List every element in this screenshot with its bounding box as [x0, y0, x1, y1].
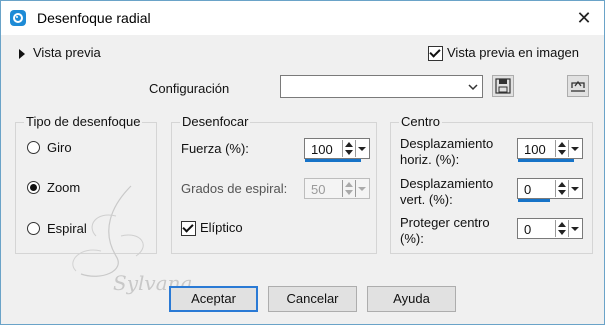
cancel-button[interactable]: Cancelar — [268, 286, 357, 312]
protect-center-label-line2: (%): — [400, 231, 424, 246]
h-offset-spinbox[interactable]: 100 — [517, 138, 583, 162]
help-button[interactable]: Ayuda — [367, 286, 456, 312]
protect-center-spinbox[interactable]: 0 — [517, 218, 583, 239]
h-offset-stepper[interactable] — [555, 140, 568, 157]
v-offset-spinbox[interactable]: 0 — [517, 178, 583, 202]
presets-label: Configuración — [149, 81, 230, 96]
elliptical-checkbox[interactable] — [181, 221, 196, 236]
dialog-window: Desenfoque radial ✕ Vista previa Vista p… — [0, 0, 605, 325]
v-offset-label-line2: vert. (%): — [400, 192, 453, 207]
reset-preset-button[interactable] — [567, 75, 589, 97]
h-offset-label-line2: horiz. (%): — [400, 152, 460, 167]
v-offset-value[interactable]: 0 — [524, 182, 531, 197]
h-offset-slider[interactable] — [518, 159, 574, 162]
app-icon — [10, 10, 26, 26]
protect-center-label-line1: Proteger centro — [400, 215, 490, 230]
twist-label: Grados de espiral: — [181, 181, 288, 196]
floral-watermark-icon — [72, 185, 144, 277]
twist-spinbox: 50 — [304, 178, 370, 199]
reset-icon — [571, 80, 585, 92]
v-offset-stepper[interactable] — [555, 180, 568, 197]
chevron-down-icon — [468, 84, 478, 91]
strength-label: Fuerza (%): — [181, 141, 249, 156]
title-bar: Desenfoque radial ✕ — [1, 1, 604, 35]
radio-giro-label[interactable]: Giro — [47, 140, 72, 155]
image-preview-checkbox[interactable] — [428, 46, 443, 61]
blur-type-title: Tipo de desenfoque — [24, 114, 143, 129]
protect-center-value[interactable]: 0 — [524, 222, 531, 237]
twist-stepper — [342, 180, 355, 197]
radio-zoom[interactable] — [27, 181, 40, 194]
ok-button[interactable]: Aceptar — [169, 286, 258, 312]
center-group-title: Centro — [399, 114, 443, 129]
v-offset-label-line1: Desplazamiento — [400, 176, 494, 191]
strength-menu-button[interactable] — [355, 140, 368, 157]
h-offset-menu-button[interactable] — [568, 140, 581, 157]
radio-espiral[interactable] — [27, 222, 40, 235]
presets-dropdown[interactable] — [280, 75, 483, 98]
save-icon — [495, 78, 511, 94]
strength-spinbox[interactable]: 100 — [304, 138, 370, 162]
preview-toggle-label[interactable]: Vista previa — [33, 45, 101, 60]
strength-slider[interactable] — [305, 159, 361, 162]
window-title: Desenfoque radial — [37, 10, 151, 26]
preview-expand-icon[interactable] — [19, 46, 25, 61]
close-button[interactable]: ✕ — [568, 5, 600, 31]
radio-giro[interactable] — [27, 141, 40, 154]
protect-center-menu-button[interactable] — [568, 220, 581, 237]
twist-menu-button — [355, 180, 368, 197]
blur-group-title: Desenfocar — [180, 114, 251, 129]
save-preset-button[interactable] — [492, 75, 514, 97]
twist-value: 50 — [311, 182, 326, 197]
h-offset-value[interactable]: 100 — [524, 142, 546, 157]
v-offset-menu-button[interactable] — [568, 180, 581, 197]
strength-stepper[interactable] — [342, 140, 355, 157]
protect-center-stepper[interactable] — [555, 220, 568, 237]
elliptical-label[interactable]: Elíptico — [200, 220, 243, 235]
image-preview-label[interactable]: Vista previa en imagen — [447, 45, 579, 60]
h-offset-label-line1: Desplazamiento — [400, 136, 494, 151]
strength-value[interactable]: 100 — [311, 142, 333, 157]
v-offset-slider[interactable] — [518, 199, 550, 202]
